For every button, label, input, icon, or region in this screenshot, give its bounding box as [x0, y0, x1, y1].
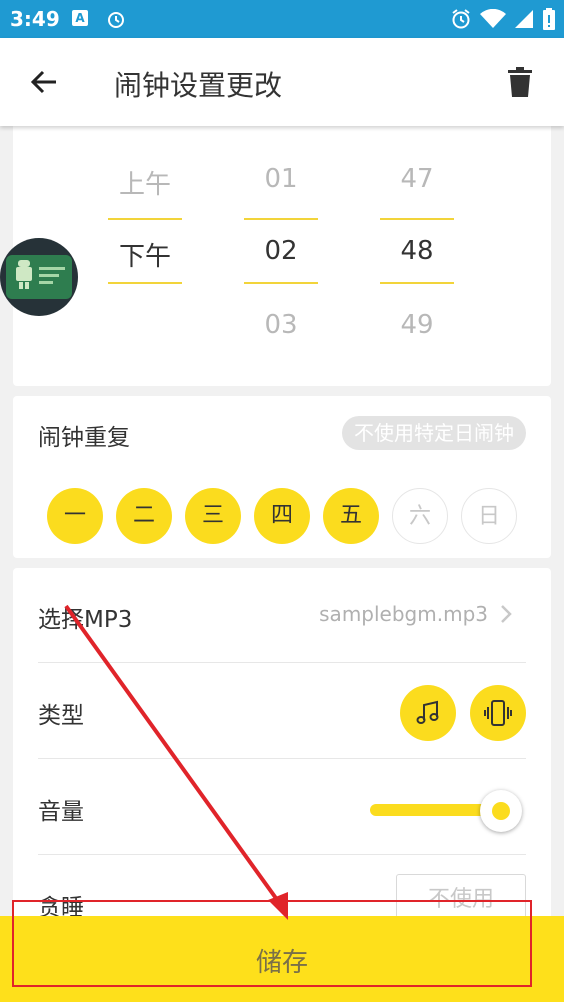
wifi-icon: [480, 8, 506, 33]
mp3-label: 选择MP3: [38, 607, 133, 633]
volume-label: 音量: [38, 799, 84, 825]
day-sun[interactable]: 日: [461, 488, 517, 544]
minute-selected[interactable]: 48: [380, 236, 454, 266]
day-mon[interactable]: 一: [47, 488, 103, 544]
type-label: 类型: [38, 703, 84, 729]
picker-divider: [108, 282, 182, 284]
time-picker-card: 上午 下午 01 02 03 47 48 49: [13, 126, 551, 386]
ampm-above[interactable]: 上午: [108, 164, 182, 201]
delete-button[interactable]: [502, 62, 538, 102]
picker-divider: [380, 218, 454, 220]
volume-row: 音量: [38, 760, 526, 855]
day-wed[interactable]: 三: [185, 488, 241, 544]
mp3-row[interactable]: 选择MP3 samplebgm.mp3: [38, 568, 526, 663]
back-button[interactable]: [22, 62, 66, 102]
trash-icon: [508, 67, 532, 97]
day-fri[interactable]: 五: [323, 488, 379, 544]
a-icon: A: [72, 10, 88, 26]
sound-type-button[interactable]: [400, 685, 456, 741]
music-note-icon: [416, 700, 439, 724]
status-bar: 3:49 A: [0, 0, 564, 38]
android-robot-icon: [6, 255, 72, 299]
alarm-icon: [450, 8, 472, 34]
repeat-label: 闹钟重复: [38, 425, 130, 451]
settings-card: 选择MP3 samplebgm.mp3 类型 音量 贪睡 不使用: [13, 568, 551, 928]
picker-divider: [108, 218, 182, 220]
volume-slider-thumb[interactable]: [480, 790, 522, 832]
hour-selected[interactable]: 02: [244, 236, 318, 266]
vibrate-icon: [484, 700, 512, 726]
battery-icon: [542, 8, 556, 34]
chevron-right-icon: [501, 605, 512, 623]
minute-below[interactable]: 49: [380, 310, 454, 340]
picker-divider: [380, 282, 454, 284]
hour-above[interactable]: 01: [244, 164, 318, 194]
app-bar: 闹钟设置更改: [0, 38, 564, 126]
ampm-selected[interactable]: 下午: [108, 236, 182, 273]
day-sat[interactable]: 六: [392, 488, 448, 544]
annotation-highlight-box: [12, 900, 532, 987]
alarm-icon: [106, 9, 126, 33]
picker-divider: [244, 282, 318, 284]
arrow-left-icon: [30, 70, 56, 94]
minute-above[interactable]: 47: [380, 164, 454, 194]
status-time: 3:49: [10, 7, 60, 31]
page-title: 闹钟设置更改: [114, 69, 283, 102]
type-row: 类型: [38, 664, 526, 759]
repeat-card: 闹钟重复 不使用特定日闹钟 一 二 三 四 五 六 日: [13, 396, 551, 558]
day-tue[interactable]: 二: [116, 488, 172, 544]
floating-app-logo[interactable]: [0, 238, 78, 316]
vibrate-type-button[interactable]: [470, 685, 526, 741]
mp3-value: samplebgm.mp3: [319, 602, 488, 626]
picker-divider: [244, 218, 318, 220]
signal-icon: [514, 9, 534, 33]
hour-below[interactable]: 03: [244, 310, 318, 340]
day-thu[interactable]: 四: [254, 488, 310, 544]
repeat-badge[interactable]: 不使用特定日闹钟: [342, 416, 526, 450]
